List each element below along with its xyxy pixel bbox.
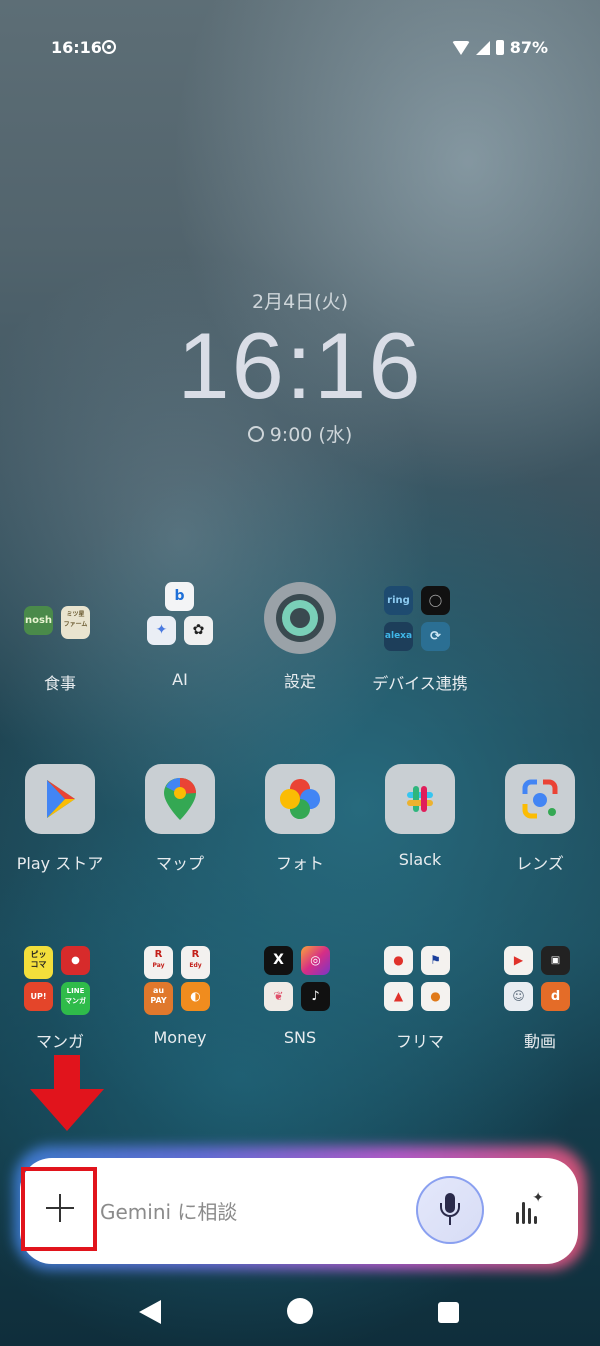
app-slack[interactable]: Slack	[360, 764, 480, 869]
folder-label: 食事	[43, 674, 76, 693]
ring-icon: ring	[384, 586, 413, 615]
cell-signal-icon	[475, 40, 490, 55]
folder-sns[interactable]: X ◎ ❦ ♪ SNS	[240, 944, 360, 1047]
folder-icon: ● ⚑ ▲ ●	[384, 944, 456, 1016]
folder-icon: ピッ コマ ● UP! LINE マンガ	[24, 944, 96, 1016]
folder-label: SNS	[283, 1028, 317, 1047]
annotation-arrow-stem	[54, 1055, 80, 1093]
wifi-icon	[451, 40, 470, 55]
folder-ai[interactable]: b ✦ ✿ AI	[120, 582, 240, 689]
folder-video[interactable]: ▶ ▣ ☺ d 動画	[480, 944, 600, 1052]
folder-icon: ▶ ▣ ☺ d	[504, 944, 576, 1016]
alarm-icon	[247, 425, 264, 442]
manga-icon: ●	[61, 946, 90, 975]
back-button[interactable]	[139, 1300, 161, 1324]
photos-icon	[265, 764, 335, 834]
camera-icon: ◯	[421, 586, 450, 615]
alarm-time: 9:00 (水)	[269, 424, 353, 446]
anime-icon: ☺	[504, 982, 533, 1011]
piccoma-icon: ピッ コマ	[24, 946, 53, 979]
tiktok-icon: ♪	[301, 982, 330, 1011]
flag-icon: ⚑	[421, 946, 450, 975]
annotation-highlight-box	[21, 1167, 97, 1251]
app-label: Play ストア	[16, 854, 104, 873]
folder-icon: X ◎ ❦ ♪	[264, 944, 336, 1016]
battery-percent: 87%	[509, 38, 548, 57]
d-anime-icon: d	[541, 982, 570, 1011]
app-label: Slack	[398, 850, 442, 869]
app-label: フォト	[275, 854, 324, 873]
app-label: マップ	[155, 854, 204, 873]
app-maps[interactable]: マップ	[120, 764, 240, 874]
settings-gear-icon	[260, 578, 340, 658]
recents-button[interactable]	[438, 1302, 459, 1323]
folder-label: 動画	[523, 1032, 556, 1051]
folder-label: AI	[172, 670, 188, 689]
sparkle-icon: ✦	[532, 1190, 544, 1206]
battery-icon	[495, 40, 504, 55]
mitsuboshi-farm-icon: ミツ星 ファーム	[61, 606, 90, 639]
niconico-icon: ▣	[541, 946, 570, 975]
threads-icon: ❦	[264, 982, 293, 1011]
mic-button[interactable]	[416, 1176, 484, 1244]
folder-label: Money	[153, 1028, 207, 1047]
yahoo-flea-icon: ▲	[384, 982, 413, 1011]
chatgpt-icon: ✿	[184, 616, 213, 645]
mercari-icon: ●	[384, 946, 413, 975]
rakuten-pay-icon: R Pay	[144, 946, 173, 979]
x-icon: X	[264, 946, 293, 975]
lens-icon	[505, 764, 575, 834]
folder-icon: ring ◯ alexa ⟳	[384, 586, 456, 658]
instagram-icon: ◎	[301, 946, 330, 975]
youtube-icon: ▶	[504, 946, 533, 975]
folder-manga[interactable]: ピッ コマ ● UP! LINE マンガ マンガ	[0, 944, 120, 1052]
home-button[interactable]	[287, 1298, 313, 1324]
folder-icon: R Pay R Edy au PAY ◐	[144, 944, 216, 1016]
folder-meals[interactable]: nosh ミツ星 ファーム 食事	[0, 586, 120, 694]
rakuten-edy-icon: R Edy	[181, 946, 210, 979]
alexa-icon: alexa	[384, 622, 413, 651]
lock-date: 2月4日(火)	[251, 291, 348, 313]
folder-device-link[interactable]: ring ◯ alexa ⟳ デバイス連携	[360, 586, 480, 694]
app-label: レンズ	[516, 854, 564, 873]
status-time: 16:16	[51, 38, 102, 57]
play-store-icon	[25, 764, 95, 834]
lock-clock: 16:16	[177, 313, 423, 418]
manga-up-icon: UP!	[24, 982, 53, 1011]
au-pay-icon: au PAY	[144, 982, 173, 1015]
folder-label: デバイス連携	[372, 674, 468, 693]
annotation-arrow-icon	[30, 1089, 104, 1131]
settings-app[interactable]: 設定	[240, 578, 360, 692]
folder-label: フリマ	[395, 1032, 444, 1051]
app-play-store[interactable]: Play ストア	[0, 764, 120, 874]
app-photos[interactable]: フォト	[240, 764, 360, 874]
folder-icon: b ✦ ✿	[144, 582, 216, 658]
folder-label: マンガ	[35, 1032, 84, 1051]
fruit-icon: ●	[421, 982, 450, 1011]
gemini-live-button[interactable]: ✦	[512, 1190, 546, 1230]
slack-icon	[385, 764, 455, 834]
nosh-icon: nosh	[24, 606, 53, 635]
line-manga-icon: LINE マンガ	[61, 982, 90, 1015]
next-alarm: 9:00 (水)	[0, 420, 600, 447]
gemini-icon: ✦	[147, 616, 176, 645]
maps-icon	[145, 764, 215, 834]
bing-icon: b	[165, 582, 194, 611]
coin-icon: ◐	[181, 982, 210, 1011]
folder-icon: nosh ミツ星 ファーム	[24, 586, 96, 658]
folder-money[interactable]: R Pay R Edy au PAY ◐ Money	[120, 944, 240, 1047]
settings-label: 設定	[283, 672, 316, 691]
folder-flea-market[interactable]: ● ⚑ ▲ ● フリマ	[360, 944, 480, 1052]
sync-icon: ⟳	[421, 622, 450, 651]
screen-record-icon	[102, 40, 116, 54]
app-lens[interactable]: レンズ	[480, 764, 600, 874]
gemini-input[interactable]: Gemini に相談	[100, 1196, 237, 1225]
status-indicators: 87%	[451, 38, 548, 57]
